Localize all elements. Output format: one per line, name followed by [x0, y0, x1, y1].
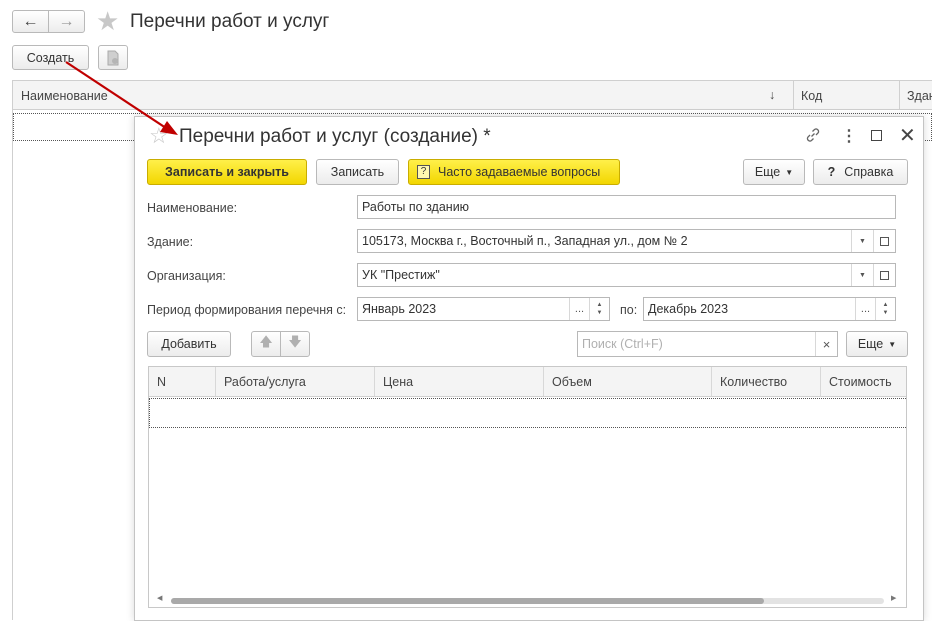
- period-from-spinner[interactable]: ▲ ▼: [589, 298, 609, 320]
- horizontal-scrollbar[interactable]: ◀ ▶: [149, 593, 906, 607]
- help-button[interactable]: ? Справка: [813, 159, 908, 185]
- org-label: Организация:: [147, 269, 226, 283]
- table-empty-row[interactable]: [149, 398, 906, 428]
- faq-button[interactable]: ? Часто задаваемые вопросы: [408, 159, 620, 185]
- name-input[interactable]: Работы по зданию: [357, 195, 896, 219]
- scroll-right-icon[interactable]: ▶: [891, 594, 896, 602]
- building-label: Здание:: [147, 235, 194, 249]
- name-value: Работы по зданию: [362, 200, 470, 214]
- column-work-service[interactable]: Работа/услуга: [216, 367, 375, 396]
- arrow-down-icon: 🡇: [288, 334, 302, 349]
- document-icon: [107, 50, 119, 65]
- list-border: [12, 110, 13, 620]
- column-volume[interactable]: Объем: [544, 367, 712, 396]
- building-open-button[interactable]: [873, 230, 895, 252]
- question-icon: ?: [417, 165, 430, 179]
- move-down-button[interactable]: 🡇: [280, 331, 310, 357]
- building-dropdown-button[interactable]: ▼: [851, 230, 873, 252]
- sort-arrow-icon: ↓: [769, 88, 776, 102]
- more-button[interactable]: Еще ▼: [743, 159, 805, 185]
- chevron-down-icon: ▼: [859, 237, 866, 245]
- column-code[interactable]: Код: [801, 89, 822, 103]
- favorite-star-icon[interactable]: ★: [96, 6, 119, 36]
- help-icon: ?: [827, 165, 836, 179]
- dialog-title: Перечни работ и услуг (создание) *: [179, 126, 491, 147]
- period-label: Период формирования перечня с:: [147, 303, 347, 317]
- scroll-left-icon[interactable]: ◀: [157, 594, 162, 602]
- arrow-right-icon: →: [58, 12, 75, 30]
- arrow-up-icon: 🡅: [259, 334, 273, 349]
- table-more-label: Еще: [857, 337, 884, 351]
- dialog-star-icon[interactable]: ☆: [149, 123, 169, 149]
- window-title: Перечни работ и услуг: [130, 11, 330, 32]
- close-icon[interactable]: ✕: [899, 123, 916, 148]
- table-header: N Работа/услуга Цена Объем Количество Ст…: [149, 367, 906, 397]
- table-more-button[interactable]: Еще ▼: [846, 331, 908, 357]
- back-button[interactable]: ←: [12, 10, 49, 33]
- arrow-left-icon: ←: [22, 12, 39, 30]
- chevron-down-icon: ▼: [888, 339, 897, 349]
- open-window-icon: [880, 236, 889, 246]
- scrollbar-thumb[interactable]: [171, 598, 764, 604]
- building-value: 105173, Москва г., Восточный п., Западна…: [362, 234, 688, 248]
- column-n[interactable]: N: [149, 367, 216, 396]
- more-label: Еще: [754, 165, 781, 179]
- org-input[interactable]: УК "Престиж" ▼: [357, 263, 896, 287]
- org-open-button[interactable]: [873, 264, 895, 286]
- save-button[interactable]: Записать: [316, 159, 399, 185]
- move-up-button[interactable]: 🡅: [251, 331, 281, 357]
- column-cost[interactable]: Стоимость: [821, 367, 906, 396]
- period-to-label: по:: [620, 303, 638, 317]
- help-label: Справка: [844, 165, 894, 179]
- link-icon[interactable]: [805, 127, 821, 143]
- list-header: Наименование ↓ Код Здан: [12, 80, 932, 110]
- more-actions-icon[interactable]: ⋮: [841, 126, 857, 146]
- search-placeholder: Поиск (Ctrl+F): [582, 337, 663, 351]
- column-building[interactable]: Здан: [907, 89, 932, 103]
- open-window-icon: [880, 270, 889, 280]
- period-from-input[interactable]: Январь 2023 ... ▲ ▼: [357, 297, 610, 321]
- period-to-select-button[interactable]: ...: [855, 298, 875, 320]
- search-clear-button[interactable]: ×: [815, 332, 837, 356]
- period-from-value: Январь 2023: [362, 302, 437, 316]
- save-and-close-button[interactable]: Записать и закрыть: [147, 159, 307, 185]
- create-dialog: ☆ Перечни работ и услуг (создание) * ⋮ ✕…: [134, 116, 924, 621]
- chevron-down-icon: ▼: [859, 271, 866, 279]
- create-button[interactable]: Создать: [12, 45, 89, 70]
- column-price[interactable]: Цена: [375, 367, 544, 396]
- column-name[interactable]: Наименование: [21, 89, 108, 103]
- period-to-spinner[interactable]: ▲ ▼: [875, 298, 895, 320]
- period-from-select-button[interactable]: ...: [569, 298, 589, 320]
- org-dropdown-button[interactable]: ▼: [851, 264, 873, 286]
- maximize-icon[interactable]: [871, 130, 882, 141]
- add-button[interactable]: Добавить: [147, 331, 231, 357]
- column-quantity[interactable]: Количество: [712, 367, 821, 396]
- building-input[interactable]: 105173, Москва г., Восточный п., Западна…: [357, 229, 896, 253]
- chevron-down-icon: ▼: [785, 167, 794, 177]
- forward-button[interactable]: →: [48, 10, 85, 33]
- faq-label: Часто задаваемые вопросы: [438, 165, 601, 179]
- copy-button[interactable]: [98, 45, 128, 70]
- period-to-value: Декабрь 2023: [648, 302, 729, 316]
- search-input[interactable]: Поиск (Ctrl+F) ×: [577, 331, 838, 357]
- items-table: N Работа/услуга Цена Объем Количество Ст…: [148, 366, 907, 608]
- org-value: УК "Престиж": [362, 268, 440, 282]
- period-to-input[interactable]: Декабрь 2023 ... ▲ ▼: [643, 297, 896, 321]
- name-label: Наименование:: [147, 201, 238, 215]
